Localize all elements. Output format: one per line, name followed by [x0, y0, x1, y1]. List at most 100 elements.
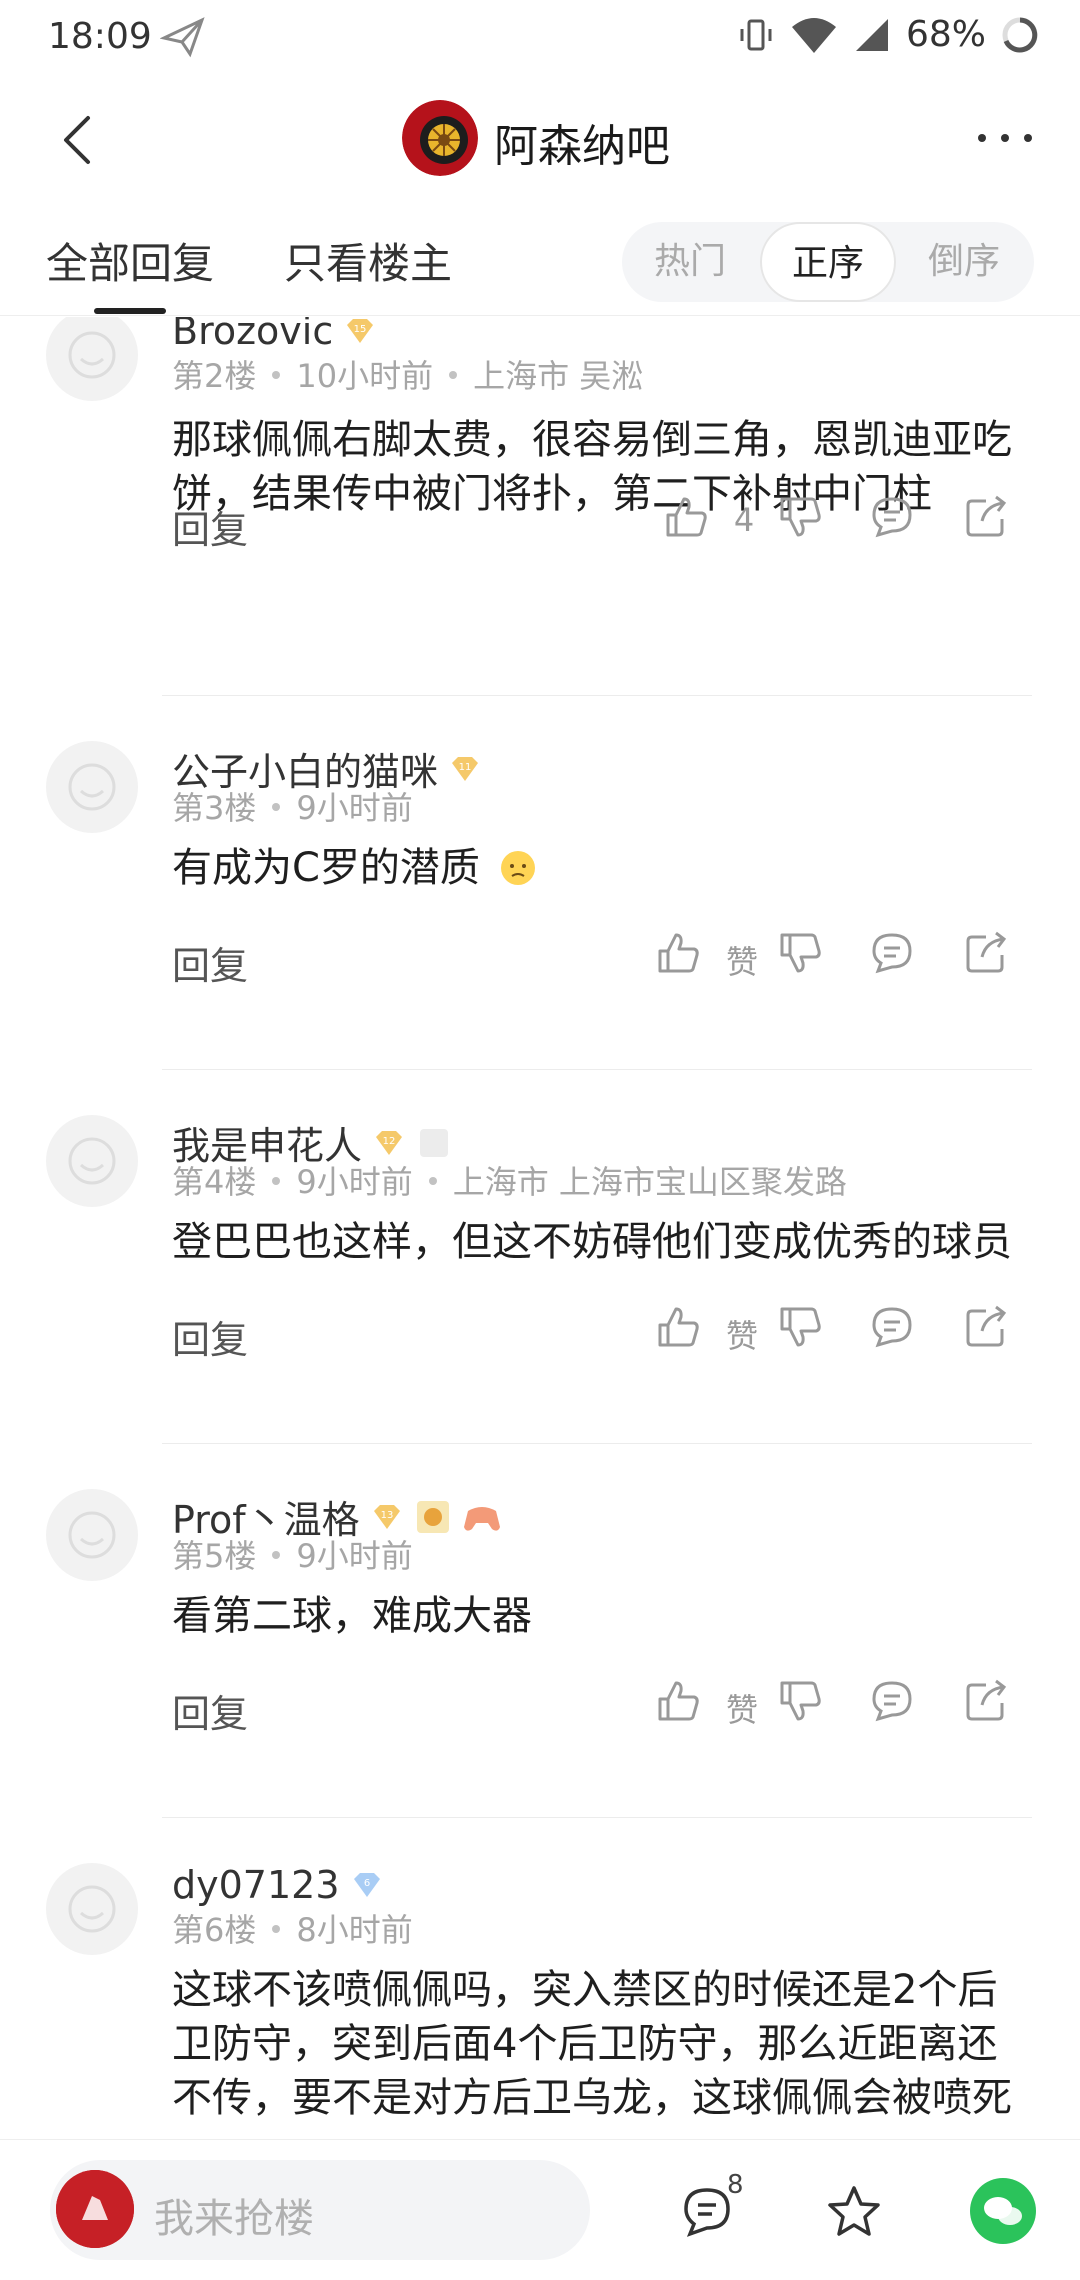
reply-button[interactable]: 回复	[172, 499, 248, 554]
tab-all-replies[interactable]: 全部回复	[46, 230, 214, 291]
reply-placeholder[interactable]: 我来抢楼	[154, 2186, 314, 2244]
sort-asc-button[interactable]: 正序	[760, 222, 896, 302]
thumbs-up-icon[interactable]	[654, 929, 702, 977]
svg-text:13: 13	[380, 1510, 393, 1521]
battery-ring-icon	[1002, 17, 1038, 52]
avatar[interactable]	[46, 741, 138, 833]
back-arrow-icon[interactable]	[50, 110, 110, 170]
thumbs-down-icon[interactable]	[776, 1677, 824, 1725]
tab-only-op[interactable]: 只看楼主	[284, 230, 452, 291]
comment-count: 8	[727, 2170, 744, 2200]
divider	[162, 1817, 1032, 1818]
my-avatar[interactable]	[56, 2170, 134, 2248]
sort-hot-button[interactable]: 热门	[622, 222, 758, 302]
comment-icon[interactable]	[868, 1677, 916, 1725]
level-badge-icon: 6	[353, 1873, 380, 1897]
username-text[interactable]: Brozovic	[172, 317, 333, 353]
post-time: 9小时前	[296, 789, 413, 827]
username[interactable]: dy07123 6	[172, 1863, 384, 1907]
sun-badge-icon	[416, 1500, 449, 1533]
wifi-icon	[791, 17, 836, 53]
sort-toggle: 热门 正序 倒序	[622, 222, 1034, 302]
divider	[162, 1069, 1032, 1070]
post-actions: 回复 赞	[172, 929, 1032, 989]
sweat-emoji-icon	[500, 851, 535, 885]
post-meta: 第6楼 8小时前	[172, 1905, 413, 1951]
level-badge-icon: 11	[452, 756, 479, 781]
post-actions: 回复 赞	[172, 1303, 1032, 1363]
avatar[interactable]	[46, 1489, 138, 1581]
status-bar: 18:09 68%	[0, 0, 1080, 80]
comment-icon[interactable]	[868, 493, 916, 541]
level-badge-icon: 12	[376, 1130, 403, 1155]
post-content: 登巴巴也这样，但这不妨碍他们变成优秀的球员	[172, 1219, 1012, 1265]
avatar[interactable]	[46, 1115, 138, 1207]
svg-text:12: 12	[383, 1136, 396, 1147]
username[interactable]: Brozovic 15	[172, 317, 377, 353]
level-badge-icon: 13	[373, 1504, 400, 1529]
thumbs-down-icon[interactable]	[776, 929, 824, 977]
share-icon[interactable]	[962, 1677, 1010, 1725]
share-icon[interactable]	[962, 929, 1010, 977]
post-content: 看第二球，难成大器	[172, 1593, 532, 1639]
favorite-star-icon[interactable]	[824, 2182, 884, 2242]
list-item: dy07123 6 第6楼 8小时前 这球不该喷佩佩吗，突入禁区的时候还是2个后卫…	[0, 1863, 1080, 2139]
avatar[interactable]	[46, 317, 138, 401]
post-content: 这球不该喷佩佩吗，突入禁区的时候还是2个后卫防守，突到后面4个后卫防守，那么近距…	[172, 1967, 1012, 2121]
member-badge-icon	[420, 1128, 449, 1157]
thumbs-down-icon[interactable]	[776, 493, 824, 541]
reply-button[interactable]: 回复	[172, 1309, 248, 1364]
vibrate-icon	[740, 19, 772, 50]
list-item: Prof丶温格 13 第5楼 9小时前 看第二球，难成大器 回复 赞	[0, 1489, 1080, 1809]
bottom-bar: 我来抢楼 8	[0, 2139, 1080, 2280]
floor-number: 第5楼	[172, 1537, 257, 1575]
forum-title[interactable]: 阿森纳吧	[494, 110, 670, 174]
post-time: 9小时前	[296, 1537, 413, 1575]
send-icon	[160, 17, 205, 58]
more-options-icon[interactable]	[970, 108, 1040, 168]
post-location: 上海市 吴淞	[473, 357, 644, 395]
thumbs-up-icon[interactable]	[654, 1303, 702, 1351]
comment-icon[interactable]	[868, 1303, 916, 1351]
list-item: 公子小白的猫咪 11 第3楼 9小时前 有成为C罗的潜质 回复 赞	[0, 741, 1080, 1061]
avatar[interactable]	[46, 1863, 138, 1955]
reply-button[interactable]: 回复	[172, 1683, 248, 1738]
floor-number: 第6楼	[172, 1911, 257, 1949]
post-meta: 第3楼 9小时前	[172, 783, 413, 829]
sort-desc-button[interactable]: 倒序	[896, 222, 1032, 302]
thumbs-down-icon[interactable]	[776, 1303, 824, 1351]
comment-icon[interactable]	[868, 929, 916, 977]
reply-input[interactable]: 我来抢楼	[50, 2160, 590, 2260]
share-icon[interactable]	[962, 1303, 1010, 1351]
post-content-text: 有成为C罗的潜质	[172, 845, 480, 891]
status-indicators: 68%	[736, 14, 1040, 55]
like-label[interactable]: 赞	[712, 937, 772, 983]
reply-list: Brozovic 15 第2楼 10小时前 上海市 吴淞 那球佩佩右脚太费，很容易倒…	[0, 317, 1080, 2139]
post-location: 上海市 上海市宝山区聚发路	[452, 1163, 847, 1201]
post-time: 10小时前	[296, 357, 434, 395]
divider	[162, 695, 1032, 696]
wechat-share-icon[interactable]	[970, 2178, 1036, 2244]
list-item: Brozovic 15 第2楼 10小时前 上海市 吴淞 那球佩佩右脚太费，很容易倒…	[0, 317, 1080, 685]
post-meta: 第5楼 9小时前	[172, 1531, 413, 1577]
forum-logo[interactable]	[402, 100, 478, 176]
post-time: 9小时前	[296, 1163, 413, 1201]
share-icon[interactable]	[962, 493, 1010, 541]
reply-button[interactable]: 回复	[172, 935, 248, 990]
list-item: 我是申花人 12 第4楼 9小时前 上海市 上海市宝山区聚发路 登巴巴也这样，但这不…	[0, 1115, 1080, 1435]
like-count: 4	[733, 501, 755, 539]
svg-text:6: 6	[363, 1878, 369, 1889]
username-text[interactable]: dy07123	[172, 1863, 340, 1907]
tab-bar: 全部回复 只看楼主 热门 正序 倒序	[0, 200, 1080, 316]
thumbs-up-icon[interactable]	[662, 493, 710, 541]
comments-icon[interactable]	[680, 2184, 734, 2238]
battery-percent: 68%	[905, 14, 986, 55]
post-actions: 回复 4	[172, 493, 1032, 553]
svg-text:15: 15	[354, 324, 367, 335]
like-label[interactable]: 赞	[712, 1685, 772, 1731]
post-meta: 第2楼 10小时前 上海市 吴淞	[172, 351, 643, 397]
thumbs-up-icon[interactable]	[654, 1677, 702, 1725]
nav-bar: 阿森纳吧	[0, 80, 1080, 200]
like-label[interactable]: 赞	[712, 1311, 772, 1357]
svg-text:11: 11	[459, 762, 472, 773]
